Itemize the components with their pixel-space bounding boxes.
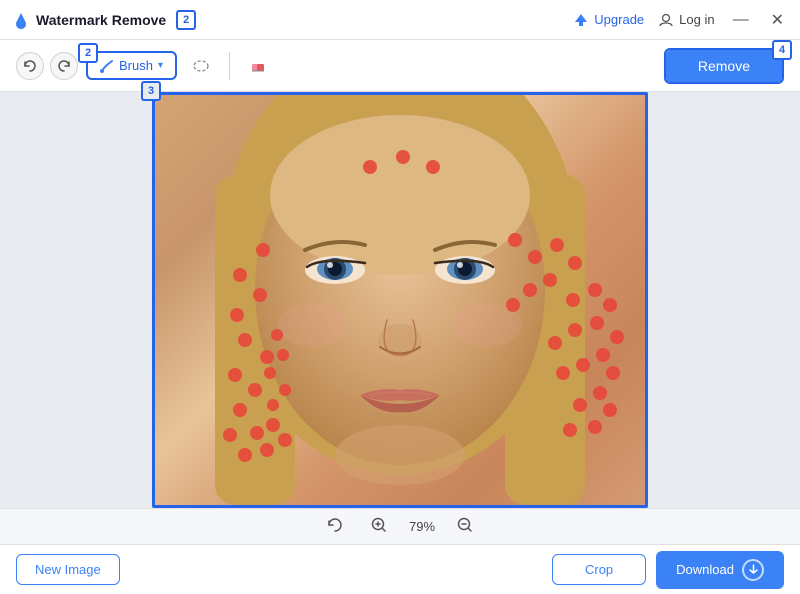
upgrade-button[interactable]: Upgrade bbox=[573, 12, 644, 28]
remove-btn-wrapper: 4 Remove bbox=[664, 48, 784, 84]
step4-badge: 4 bbox=[772, 40, 792, 60]
redo-button[interactable] bbox=[50, 52, 78, 80]
close-button[interactable]: ✕ bbox=[767, 10, 788, 30]
undo-button[interactable] bbox=[16, 52, 44, 80]
status-bar: 79% bbox=[0, 508, 800, 544]
title-right: Upgrade Log in — ✕ bbox=[573, 10, 788, 30]
bottom-right: Crop Download bbox=[552, 551, 784, 589]
zoom-out-icon bbox=[457, 517, 473, 533]
redo-icon bbox=[57, 59, 71, 73]
step3-badge: 3 bbox=[141, 81, 161, 101]
login-button[interactable]: Log in bbox=[658, 12, 714, 28]
face-image bbox=[155, 95, 645, 505]
download-button[interactable]: Download bbox=[656, 551, 784, 589]
tool-nav bbox=[16, 52, 78, 80]
title-left: Watermark Remove 2 bbox=[12, 10, 196, 30]
reset-icon bbox=[327, 517, 343, 533]
lasso-tool-button[interactable] bbox=[185, 50, 217, 82]
reset-zoom-button[interactable] bbox=[321, 515, 349, 539]
zoom-percent: 79% bbox=[409, 519, 435, 534]
download-icon bbox=[742, 559, 764, 581]
lasso-icon bbox=[192, 57, 210, 75]
app-icon bbox=[12, 11, 30, 29]
remove-button[interactable]: Remove bbox=[666, 50, 782, 82]
image-container: 3 bbox=[152, 92, 648, 508]
crop-button[interactable]: Crop bbox=[552, 554, 646, 585]
toolbar: 2 Brush ▾ 4 Remove bbox=[0, 40, 800, 92]
new-image-button[interactable]: New Image bbox=[16, 554, 120, 585]
user-icon bbox=[658, 12, 674, 28]
zoom-in-button[interactable] bbox=[365, 515, 393, 539]
bottom-bar: New Image Crop Download bbox=[0, 544, 800, 594]
upgrade-icon bbox=[573, 12, 589, 28]
canvas-area: 3 bbox=[0, 92, 800, 508]
minimize-button[interactable]: — bbox=[729, 11, 753, 29]
eraser-icon bbox=[249, 57, 267, 75]
zoom-in-icon bbox=[371, 517, 387, 533]
undo-icon bbox=[23, 59, 37, 73]
title-bar: Watermark Remove 2 Upgrade Log in — ✕ bbox=[0, 0, 800, 40]
step2-badge-toolbar: 2 bbox=[78, 43, 98, 63]
brush-tool-wrapper: 2 Brush ▾ bbox=[86, 51, 177, 80]
zoom-out-button[interactable] bbox=[451, 515, 479, 539]
eraser-tool-button[interactable] bbox=[242, 50, 274, 82]
step2-badge-title: 2 bbox=[176, 10, 196, 30]
brush-icon bbox=[100, 59, 114, 73]
face-svg bbox=[155, 95, 645, 505]
toolbar-divider bbox=[229, 52, 230, 80]
brush-tool-button[interactable]: Brush ▾ bbox=[90, 53, 173, 78]
app-title: Watermark Remove bbox=[36, 12, 166, 28]
